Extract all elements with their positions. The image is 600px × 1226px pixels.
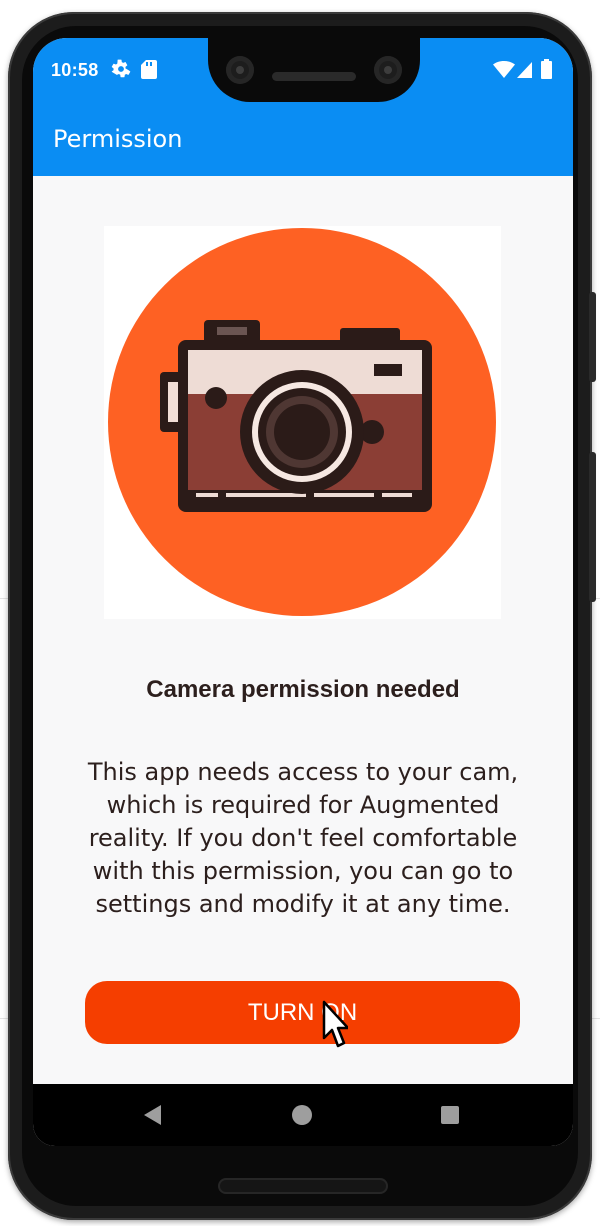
device-screen: 10:58 Permission Camera permission neede…: [33, 38, 573, 1146]
permission-content: Camera permission needed This app needs …: [33, 176, 573, 1084]
volume-button: [589, 452, 596, 602]
home-icon[interactable]: [292, 1105, 312, 1130]
earpiece-speaker: [272, 72, 356, 81]
front-camera-icon: [374, 56, 402, 84]
recents-icon[interactable]: [441, 1106, 459, 1129]
mouse-cursor-icon: [322, 1000, 350, 1055]
power-button: [589, 292, 596, 382]
camera-notch: [208, 38, 420, 102]
app-bar: Permission: [33, 102, 573, 176]
back-icon[interactable]: [143, 1104, 163, 1131]
camera-icon: [108, 228, 496, 616]
wifi-icon: [493, 61, 515, 83]
navigation-bar: [33, 1084, 573, 1146]
battery-icon: [541, 59, 552, 84]
sd-card-icon: [141, 60, 157, 84]
cell-signal-icon: [517, 62, 532, 83]
gear-icon: [111, 59, 131, 84]
front-camera-icon: [226, 56, 254, 84]
page-title: Permission: [53, 125, 183, 153]
permission-description: This app needs access to your cam, which…: [87, 758, 519, 918]
status-time: 10:58: [51, 60, 99, 80]
turn-on-button[interactable]: TURN ON: [85, 981, 520, 1044]
camera-illustration: [104, 226, 501, 619]
bottom-speaker: [218, 1178, 388, 1194]
permission-heading: Camera permission needed: [146, 676, 460, 703]
